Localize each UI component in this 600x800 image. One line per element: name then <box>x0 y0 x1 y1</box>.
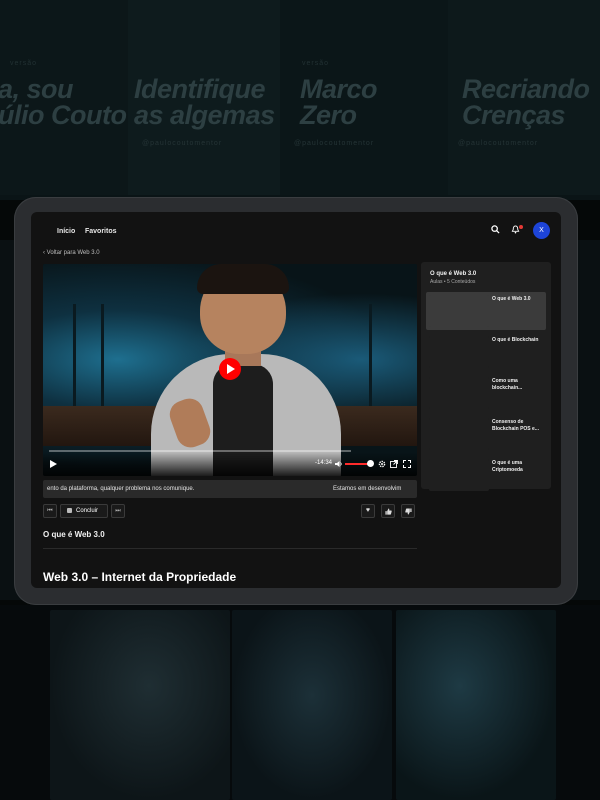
studio-prop <box>101 304 104 414</box>
playlist-item-label: Como uma blockchain... <box>492 378 523 391</box>
poster-4: Recriando Crenças @paulocoutomentor <box>448 0 600 195</box>
poster-kicker: versão <box>302 60 330 67</box>
announcement-text: Estamos em desenvolvim <box>333 486 402 492</box>
progress-bar[interactable] <box>49 450 351 452</box>
nav-favorites-link[interactable]: Favoritos <box>85 228 117 235</box>
time-remaining: -14:34 <box>315 460 333 466</box>
complete-lesson-label: Concluir <box>76 508 99 514</box>
background-photo <box>50 610 230 800</box>
poster-title-line: Identifique <box>134 74 266 104</box>
announcement-text: ento da plataforma, qualquer problema no… <box>47 486 195 492</box>
playlist-item[interactable]: Como uma blockchain... <box>426 374 546 412</box>
volume-icon[interactable] <box>335 460 343 470</box>
app-screen: Início Favoritos X ‹ Voltar para Web 3.0 <box>31 212 561 588</box>
tablet-frame: Início Favoritos X ‹ Voltar para Web 3.0 <box>14 197 578 605</box>
studio-prop <box>73 304 76 414</box>
presenter-hair <box>197 264 289 294</box>
playlist-thumbnail <box>429 459 489 491</box>
playlist-thumbnail <box>429 377 489 409</box>
poster-title-line: úlio Couto <box>0 100 127 130</box>
fullscreen-icon[interactable] <box>403 460 411 470</box>
top-navigation: Início Favoritos X <box>31 212 561 248</box>
user-avatar[interactable]: X <box>533 222 550 239</box>
video-player[interactable]: -14:34 <box>43 264 417 476</box>
playlist-item-label: O que é Web 3.0 <box>492 296 531 302</box>
poster-handle: @paulocoutomentor <box>142 140 223 147</box>
playlist-item[interactable]: O que é Web 3.0 <box>426 292 546 330</box>
playlist-item-label: Consenso de Blockchain POS e... <box>492 419 539 432</box>
nav-home-link[interactable]: Início <box>57 228 75 235</box>
playlist-item[interactable]: Consenso de Blockchain POS e... <box>426 415 546 453</box>
poster-handle: @paulocoutomentor <box>458 140 539 147</box>
playlist-item-label: O que é Blockchain <box>492 337 539 343</box>
settings-gear-icon[interactable] <box>378 460 386 470</box>
background-photo <box>396 610 556 800</box>
poster-title-line: a, sou <box>0 74 74 104</box>
thumbs-up-icon[interactable] <box>381 504 395 518</box>
heart-icon[interactable]: ♥ <box>361 504 375 518</box>
poster-title-line: as algemas <box>134 100 275 130</box>
next-lesson-button[interactable]: ⏭ <box>111 504 125 518</box>
background-photo <box>232 610 392 800</box>
divider <box>43 548 417 549</box>
checkbox-icon <box>67 507 72 513</box>
playlist-item-label: O que é uma Criptomoeda <box>492 460 523 473</box>
lesson-actions: ⏮ Concluir ⏭ ♥ <box>43 504 417 520</box>
playlist-item[interactable]: O que é uma Criptomoeda <box>426 456 546 494</box>
poster-title-line: Zero <box>300 100 357 130</box>
lesson-playlist: O que é Web 3.0 Aulas • 5 Conteúdos O qu… <box>421 262 551 491</box>
youtube-play-icon[interactable] <box>219 358 241 380</box>
thumbs-down-icon[interactable] <box>401 504 415 518</box>
playlist-thumbnail <box>429 295 489 327</box>
volume-slider-handle[interactable] <box>367 460 374 467</box>
poster-handle: @paulocoutomentor <box>294 140 375 147</box>
playlist-item[interactable]: O que é Blockchain <box>426 333 546 371</box>
poster-kicker: versão <box>10 60 38 67</box>
poster-title-line: Marco <box>300 74 378 104</box>
play-icon[interactable] <box>50 460 57 470</box>
search-icon[interactable] <box>489 225 501 237</box>
playlist-thumbnail <box>429 418 489 450</box>
notification-badge <box>519 225 523 229</box>
studio-prop <box>369 304 372 414</box>
open-external-icon[interactable] <box>390 460 398 470</box>
poster-title-line: Recriando <box>462 74 590 104</box>
playlist-subtitle: Aulas • 5 Conteúdos <box>430 279 476 285</box>
back-link[interactable]: ‹ Voltar para Web 3.0 <box>43 250 100 256</box>
previous-lesson-button[interactable]: ⏮ <box>43 504 57 518</box>
complete-lesson-button[interactable]: Concluir <box>60 504 108 518</box>
announcement-banner: ento da plataforma, qualquer problema no… <box>43 480 417 498</box>
poster-title-line: Crenças <box>462 100 566 130</box>
playlist-title: O que é Web 3.0 <box>430 271 477 277</box>
poster-2: Identifique as algemas @paulocoutomentor <box>128 0 280 195</box>
lesson-title: O que é Web 3.0 <box>43 530 105 539</box>
playlist-thumbnail <box>429 336 489 368</box>
poster-1: versão a, sou úlio Couto <box>0 0 128 195</box>
section-heading: Web 3.0 – Internet da Propriedade <box>43 570 237 584</box>
poster-3: versão Marco Zero @paulocoutomentor <box>280 0 448 195</box>
